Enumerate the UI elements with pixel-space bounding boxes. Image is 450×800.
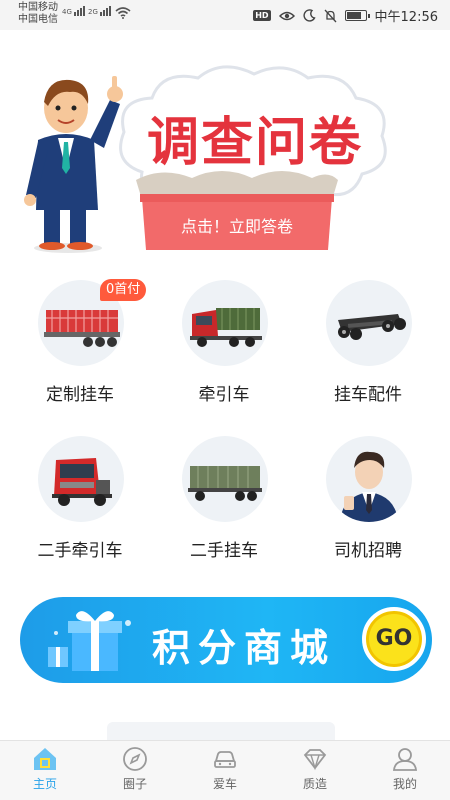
carrier-1: 中国移动 bbox=[18, 2, 58, 13]
home-icon bbox=[34, 748, 56, 770]
category-label: 二手牵引车 bbox=[37, 541, 123, 561]
battery-icon bbox=[344, 10, 370, 21]
gift-box-icon bbox=[48, 611, 131, 671]
carrier-2: 中国电信 bbox=[18, 14, 58, 25]
driver-photo-icon bbox=[326, 436, 412, 522]
signal-2-icon: 2G bbox=[88, 6, 111, 16]
eye-comfort-icon bbox=[278, 11, 295, 20]
category-label: 牵引车 bbox=[198, 385, 250, 405]
moon-icon bbox=[302, 9, 316, 22]
tab-circle[interactable]: 圈子 bbox=[90, 745, 180, 800]
tab-car[interactable]: 爱车 bbox=[180, 745, 270, 800]
category-used-trailer[interactable]: 二手挂车 bbox=[154, 431, 294, 581]
status-right: HD 中午12:56 bbox=[253, 6, 438, 25]
wifi-icon bbox=[115, 7, 131, 19]
hd-icon: HD bbox=[253, 10, 271, 21]
signal-1-icon: 4G bbox=[62, 6, 85, 16]
compass-icon bbox=[123, 747, 147, 771]
clock: 中午12:56 bbox=[374, 10, 438, 25]
category-label: 定制挂车 bbox=[46, 385, 114, 405]
points-mall-title: 积分商城 bbox=[152, 626, 337, 670]
diamond-icon bbox=[303, 749, 327, 771]
category-custom-trailer[interactable]: 0首付 定制挂车 bbox=[10, 275, 150, 425]
zero-downpayment-badge: 0首付 bbox=[100, 279, 147, 301]
survey-banner[interactable]: 调查问卷 点击！立即答卷 bbox=[0, 30, 450, 256]
bell-muted-icon bbox=[324, 9, 337, 22]
category-tractor[interactable]: 牵引车 bbox=[154, 275, 294, 425]
bottom-tab-bar: 主页 圈子 爱车 质造 我的 bbox=[0, 740, 450, 800]
category-label: 二手挂车 bbox=[190, 541, 258, 561]
carrier-info: 中国移动 中国电信 bbox=[18, 2, 58, 26]
category-driver-hiring[interactable]: 司机招聘 bbox=[298, 431, 438, 581]
user-icon bbox=[392, 748, 418, 771]
points-mall-banner[interactable]: 积分商城 GO bbox=[20, 597, 432, 683]
status-bar: 中国移动 中国电信 4G 2G HD 中午12:56 bbox=[0, 0, 450, 30]
used-trailer-icon bbox=[182, 436, 268, 522]
tab-mine[interactable]: 我的 bbox=[360, 745, 450, 800]
car-icon bbox=[214, 751, 236, 768]
chassis-parts-icon bbox=[326, 280, 412, 366]
tab-quality[interactable]: 质造 bbox=[270, 745, 360, 800]
used-tractor-icon bbox=[38, 436, 124, 522]
go-button[interactable]: GO bbox=[362, 607, 426, 671]
tab-home[interactable]: 主页 bbox=[0, 745, 90, 800]
category-label: 司机招聘 bbox=[334, 541, 402, 561]
category-label: 挂车配件 bbox=[334, 385, 402, 405]
tractor-truck-icon bbox=[182, 280, 268, 366]
answer-now-button[interactable]: 点击！立即答卷 bbox=[142, 206, 332, 248]
next-section-card bbox=[107, 722, 335, 742]
category-trailer-parts[interactable]: 挂车配件 bbox=[298, 275, 438, 425]
category-used-tractor[interactable]: 二手牵引车 bbox=[10, 431, 150, 581]
